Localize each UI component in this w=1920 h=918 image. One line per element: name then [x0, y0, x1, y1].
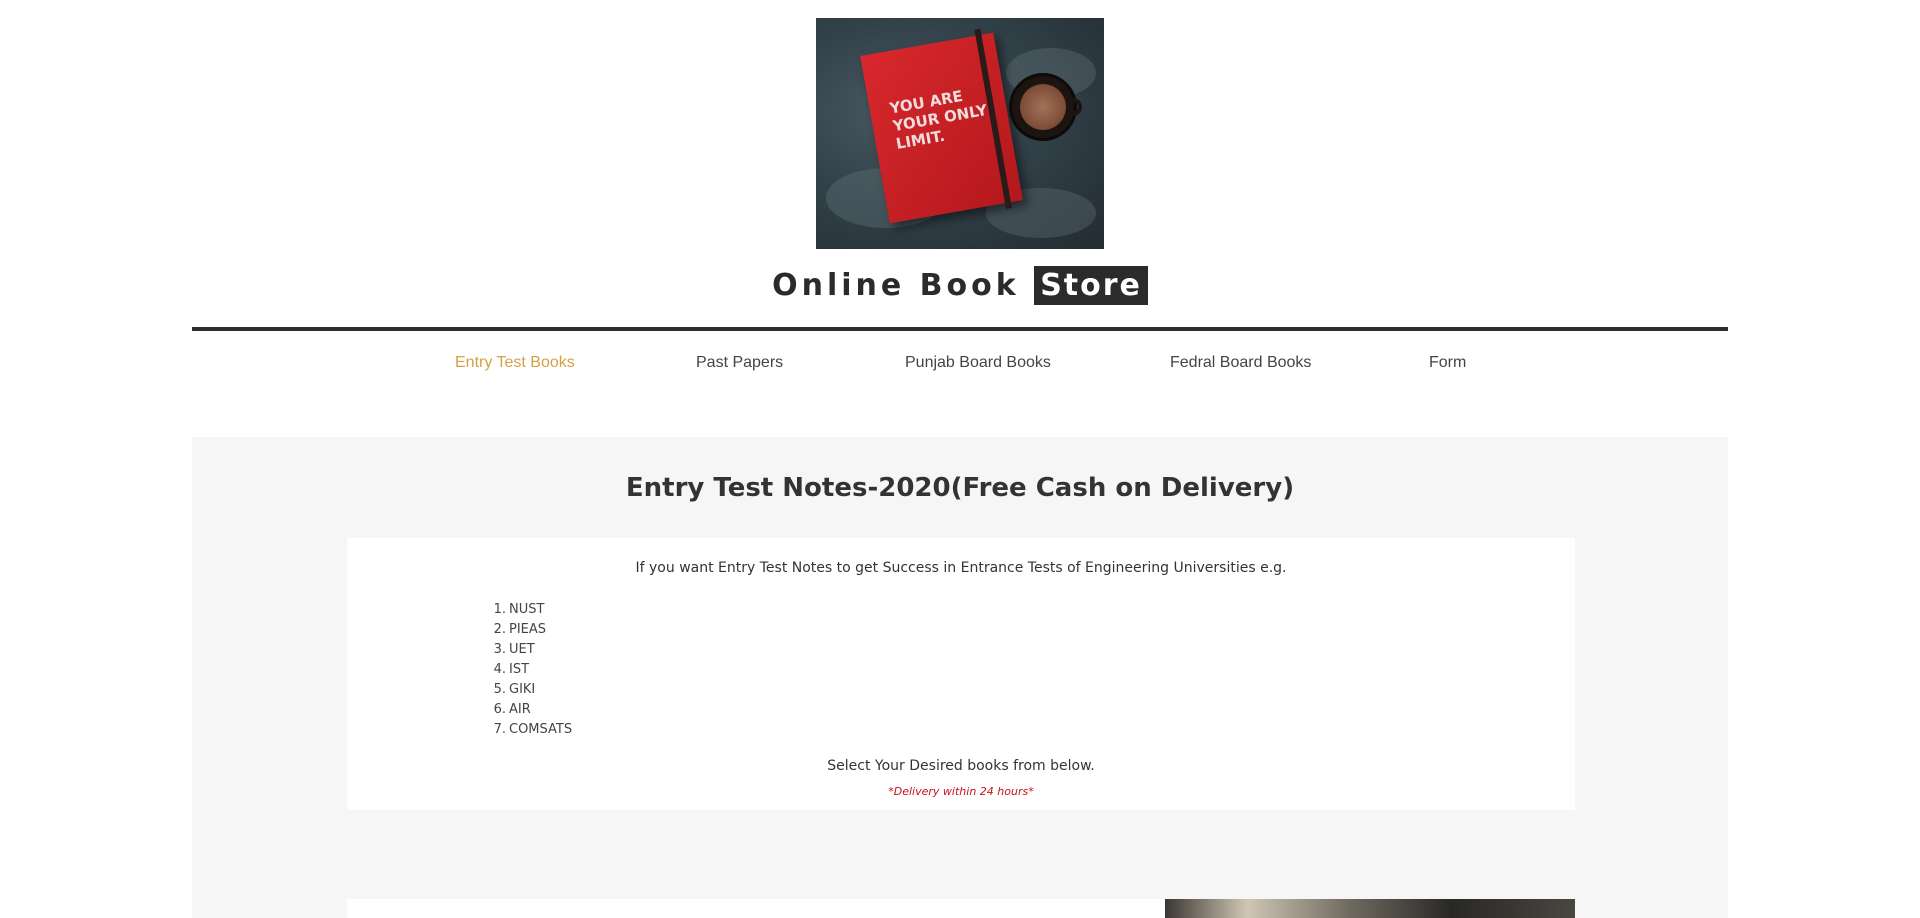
- list-item: 6. AIR: [493, 702, 531, 717]
- list-item: 1. NUST: [493, 602, 545, 617]
- university-name: NUST: [509, 602, 545, 617]
- coffee-cup: [1012, 76, 1082, 138]
- delivery-note: *Delivery within 24 hours*: [888, 785, 1034, 798]
- main-nav: Entry Test Books Past Papers Punjab Boar…: [0, 354, 1920, 378]
- list-item: 7. COMSATS: [493, 722, 573, 737]
- site-title-main: Online Book: [772, 268, 1020, 303]
- list-item: 5. GIKI: [493, 682, 536, 697]
- nav-form[interactable]: Form: [1429, 354, 1466, 372]
- site-title-highlight: Store: [1034, 266, 1148, 305]
- nav-past-papers[interactable]: Past Papers: [696, 354, 783, 372]
- nav-fedral-board-books[interactable]: Fedral Board Books: [1170, 354, 1311, 372]
- notes-card: If you want Entry Test Notes to get Succ…: [347, 538, 1575, 810]
- header-divider: [192, 327, 1728, 331]
- notebook-cover-text: YOU ARE YOUR ONLY LIMIT.: [888, 86, 989, 153]
- list-item: 4. IST: [493, 662, 530, 677]
- nav-punjab-board-books[interactable]: Punjab Board Books: [905, 354, 1051, 372]
- list-item: 3. UET: [493, 642, 535, 657]
- coffee: [1020, 84, 1066, 130]
- select-books-text: Select Your Desired books from below.: [827, 758, 1095, 774]
- university-name: AIR: [509, 702, 531, 717]
- university-name: GIKI: [509, 682, 536, 697]
- red-notebook: YOU ARE YOUR ONLY LIMIT.: [860, 28, 1023, 224]
- university-name: UET: [509, 642, 535, 657]
- site-title: Online Book Store: [0, 266, 1920, 305]
- university-name: PIEAS: [509, 622, 547, 637]
- university-name: COMSATS: [509, 722, 573, 737]
- university-list: 1. NUST 2. PIEAS 3. UET 4. IST 5. GIKI 6. AIR …: [491, 600, 573, 740]
- list-item: 2. PIEAS: [493, 622, 547, 637]
- university-name: IST: [509, 662, 530, 677]
- section-heading: Entry Test Notes-2020(Free Cash on Deliv…: [625, 473, 1295, 503]
- intro-text: If you want Entry Test Notes to get Succ…: [635, 560, 1287, 576]
- product-card: [347, 899, 1165, 918]
- product-image[interactable]: [1165, 899, 1575, 918]
- nav-entry-test-books[interactable]: Entry Test Books: [455, 354, 575, 372]
- cup-handle: [1068, 98, 1082, 116]
- content-area: Entry Test Notes-2020(Free Cash on Deliv…: [192, 437, 1728, 918]
- store-logo-image: YOU ARE YOUR ONLY LIMIT.: [816, 18, 1104, 249]
